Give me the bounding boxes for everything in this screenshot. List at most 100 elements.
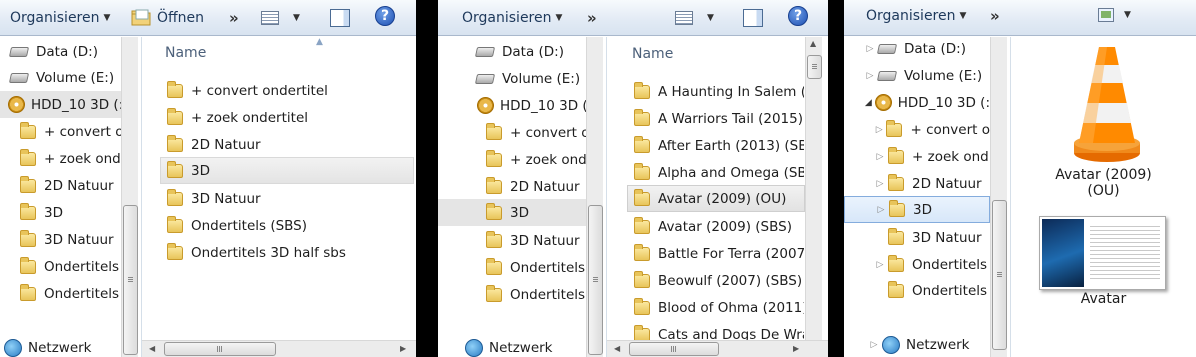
file-row[interactable]: Alpha and Omega (SB bbox=[634, 159, 804, 186]
nav-item-folder[interactable]: + zoek ond bbox=[0, 145, 121, 172]
view-options-button[interactable]: ▼ bbox=[261, 9, 300, 27]
help-button[interactable]: ? bbox=[375, 6, 395, 26]
more-commands-button[interactable]: » bbox=[990, 7, 1000, 25]
scroll-up-icon[interactable]: ▲ bbox=[810, 39, 816, 48]
expand-arrow-icon[interactable]: ▷ bbox=[874, 179, 886, 189]
nav-item-folder[interactable]: Ondertitels bbox=[0, 280, 121, 307]
nav-item-label: HDD_10 3D (: bbox=[897, 94, 990, 111]
expand-arrow-icon[interactable]: ▷ bbox=[868, 340, 880, 350]
nav-scrollbar-thumb[interactable] bbox=[992, 200, 1007, 350]
hscrollbar-thumb[interactable] bbox=[629, 342, 719, 356]
view-options-button[interactable]: ▼ bbox=[675, 9, 714, 27]
nav-item-folder[interactable]: 3D Natuur bbox=[844, 224, 990, 251]
folder-icon bbox=[888, 227, 904, 245]
file-list-vscrollbar[interactable]: ▲ bbox=[805, 37, 822, 340]
nav-item-folder[interactable]: + convert o bbox=[438, 119, 586, 146]
file-row[interactable]: Battle For Terra (2007) bbox=[634, 240, 804, 267]
nav-item-hdd[interactable]: HDD_10 3D (: bbox=[0, 91, 121, 118]
open-button[interactable]: Öffnen bbox=[131, 9, 204, 27]
nav-scrollbar[interactable] bbox=[990, 37, 1007, 357]
nav-item-folder[interactable]: ▷ + zoek ond bbox=[844, 143, 990, 170]
nav-item-folder[interactable]: 2D Natuur bbox=[438, 173, 586, 200]
expand-arrow-icon[interactable]: ▷ bbox=[874, 260, 886, 270]
file-row-selected[interactable]: Avatar (2009) (OU) bbox=[627, 185, 805, 212]
nav-item-folder[interactable]: Ondertitels bbox=[438, 281, 586, 308]
nav-item-folder[interactable]: Ondertitels bbox=[844, 277, 990, 304]
tile-avatar-ou[interactable]: Avatar (2009) (OU) bbox=[1011, 37, 1196, 207]
expand-arrow-icon[interactable]: ▷ bbox=[874, 152, 886, 162]
expand-arrow-icon[interactable]: ▷ bbox=[875, 205, 887, 215]
scroll-left-icon[interactable]: ◀ bbox=[614, 344, 620, 353]
help-button[interactable]: ? bbox=[788, 6, 808, 26]
expand-arrow-icon[interactable]: ▷ bbox=[864, 44, 876, 54]
nav-item-network[interactable]: Netzwerk bbox=[0, 334, 121, 357]
file-list-hscrollbar[interactable]: ◀ ▶ bbox=[607, 340, 828, 357]
file-list-hscrollbar[interactable]: ◀ ▶ bbox=[142, 340, 416, 357]
nav-scrollbar[interactable] bbox=[586, 37, 603, 357]
tile-avatar[interactable]: Avatar bbox=[1011, 213, 1196, 313]
organize-label: Organisieren bbox=[10, 10, 100, 26]
file-row[interactable]: Ondertitels (SBS) bbox=[167, 212, 416, 239]
file-row[interactable]: After Earth (2013) (SBS bbox=[634, 132, 804, 159]
expand-arrow-icon[interactable]: ▷ bbox=[864, 71, 876, 81]
folder-icon bbox=[167, 215, 183, 233]
nav-item-volume-drive[interactable]: ▷ Volume (E:) bbox=[844, 62, 990, 89]
nav-item-folder[interactable]: 3D bbox=[0, 199, 121, 226]
open-label: Öffnen bbox=[157, 10, 205, 26]
preview-pane-button[interactable] bbox=[743, 9, 763, 27]
collapse-arrow-icon[interactable]: ◢ bbox=[864, 98, 873, 108]
organize-button[interactable]: Organisieren ▼ bbox=[866, 7, 966, 25]
file-row[interactable]: A Warriors Tail (2015) bbox=[634, 105, 804, 132]
file-row-selected[interactable]: 3D bbox=[160, 157, 414, 184]
file-row[interactable]: Blood of Ohma (2011) bbox=[634, 294, 804, 321]
view-options-button[interactable]: ▼ bbox=[1098, 6, 1131, 24]
network-icon bbox=[882, 335, 900, 354]
file-row[interactable]: 3D Natuur bbox=[167, 185, 416, 212]
nav-item-folder[interactable]: ▷ Ondertitels bbox=[844, 251, 990, 278]
nav-item-hdd[interactable]: ◢ HDD_10 3D (: bbox=[844, 89, 990, 116]
nav-scrollbar-thumb[interactable] bbox=[123, 205, 138, 355]
nav-scrollbar[interactable] bbox=[121, 37, 138, 357]
nav-item-network[interactable]: ▷ Netzwerk bbox=[844, 331, 990, 357]
nav-item-folder-selected[interactable]: 3D bbox=[438, 199, 586, 226]
scroll-right-icon[interactable]: ▶ bbox=[793, 344, 799, 353]
file-row[interactable]: + zoek ondertitel bbox=[167, 104, 416, 131]
nav-item-hdd[interactable]: HDD_10 3D (: bbox=[438, 92, 586, 119]
network-icon bbox=[4, 338, 22, 357]
scroll-right-icon[interactable]: ▶ bbox=[400, 344, 406, 353]
organize-button[interactable]: Organisieren ▼ bbox=[10, 9, 110, 27]
nav-item-folder[interactable]: ▷ 2D Natuur bbox=[844, 170, 990, 197]
organize-button[interactable]: Organisieren ▼ bbox=[462, 9, 562, 27]
file-row[interactable]: 2D Natuur bbox=[167, 131, 416, 158]
nav-item-folder[interactable]: 3D Natuur bbox=[438, 227, 586, 254]
vscrollbar-thumb[interactable] bbox=[807, 55, 822, 79]
nav-item-folder[interactable]: Ondertitels bbox=[0, 253, 121, 280]
nav-item-data-drive[interactable]: Data (D:) bbox=[0, 38, 121, 65]
scroll-left-icon[interactable]: ◀ bbox=[149, 344, 155, 353]
nav-item-volume-drive[interactable]: Volume (E:) bbox=[0, 64, 121, 91]
file-row[interactable]: + convert ondertitel bbox=[167, 77, 416, 104]
nav-item-folder[interactable]: Ondertitels bbox=[438, 254, 586, 281]
file-row[interactable]: Ondertitels 3D half sbs bbox=[167, 239, 416, 266]
nav-item-data-drive[interactable]: Data (D:) bbox=[438, 38, 586, 65]
column-header-name[interactable]: Name bbox=[632, 46, 673, 62]
expand-arrow-icon[interactable]: ▷ bbox=[874, 125, 884, 135]
more-commands-button[interactable]: » bbox=[229, 9, 239, 27]
file-row[interactable]: Avatar (2009) (SBS) bbox=[634, 213, 804, 240]
more-commands-button[interactable]: » bbox=[587, 9, 597, 27]
nav-item-folder[interactable]: ▷ + convert o bbox=[844, 116, 990, 143]
file-row[interactable]: A Haunting In Salem (S bbox=[634, 78, 804, 105]
nav-item-volume-drive[interactable]: Volume (E:) bbox=[438, 65, 586, 92]
nav-item-data-drive[interactable]: ▷ Data (D:) bbox=[844, 35, 990, 62]
nav-item-folder[interactable]: + convert o bbox=[0, 118, 121, 145]
nav-item-network[interactable]: Netzwerk bbox=[438, 334, 586, 357]
nav-scrollbar-thumb[interactable] bbox=[588, 205, 603, 355]
nav-item-folder[interactable]: + zoek ond bbox=[438, 146, 586, 173]
file-row[interactable]: Beowulf (2007) (SBS) bbox=[634, 267, 804, 294]
nav-item-folder[interactable]: 3D Natuur bbox=[0, 226, 121, 253]
preview-pane-button[interactable] bbox=[330, 9, 350, 27]
column-header-name[interactable]: Name bbox=[165, 45, 206, 61]
nav-item-folder-selected[interactable]: ▷ 3D bbox=[844, 196, 990, 223]
nav-item-folder[interactable]: 2D Natuur bbox=[0, 172, 121, 199]
hscrollbar-thumb[interactable] bbox=[164, 342, 276, 356]
